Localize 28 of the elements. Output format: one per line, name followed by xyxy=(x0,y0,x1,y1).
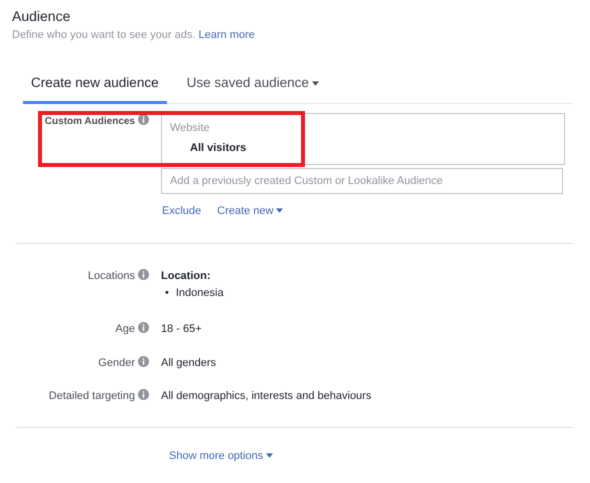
bullet: • xyxy=(165,286,169,301)
info-icon[interactable] xyxy=(138,356,149,367)
tab[interactable]: Create new audience xyxy=(23,64,167,104)
search-field[interactable]: Add a previously created Custom or Lookalike Audience xyxy=(161,168,563,194)
tab[interactable]: Use saved audience xyxy=(178,64,327,104)
field-value: 18 - 65+ xyxy=(161,322,202,338)
info-icon[interactable] xyxy=(138,322,149,334)
learn-more-link[interactable]: Learn more xyxy=(198,29,255,41)
group-label: Website xyxy=(170,120,211,136)
value-heading: Location: xyxy=(161,269,212,284)
audience-item[interactable]: All visitors xyxy=(190,140,246,157)
info-icon[interactable] xyxy=(138,389,149,400)
field-value: All genders xyxy=(161,356,216,371)
field-label: Locations xyxy=(88,270,135,282)
field-label: Detailed targeting xyxy=(48,390,135,402)
exclude-link[interactable]: Exclude xyxy=(162,202,202,220)
field-value: All demographics, interests and behaviours xyxy=(161,389,372,404)
field-label: Gender xyxy=(98,356,135,369)
section-description: Define who you want to see your ads. Learn more xyxy=(12,28,256,43)
field-label: Custom Audiences xyxy=(44,116,135,127)
info-icon[interactable] xyxy=(138,114,149,125)
field-label: Age xyxy=(115,323,135,336)
caret-icon xyxy=(266,452,274,458)
list-item: Indonesia xyxy=(176,286,224,301)
show-more-link[interactable]: Show more options xyxy=(169,450,274,462)
info-icon[interactable] xyxy=(138,269,149,280)
section-title: Audience xyxy=(12,7,72,26)
create-new-link[interactable]: Create new xyxy=(217,202,284,220)
